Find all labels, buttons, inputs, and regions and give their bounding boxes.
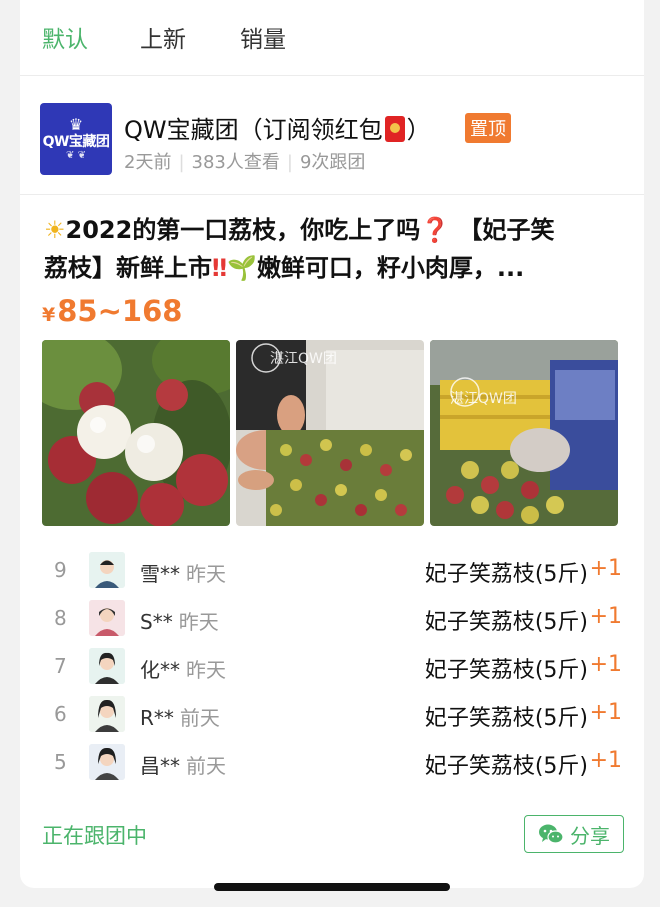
double-exclamation-icon: ‼: [212, 254, 228, 282]
group-meta: 2天前 | 383人查看 | 9次跟团: [124, 148, 365, 174]
order-row: 6 R** 前天 妃子笑荔枝(5斤) +1: [20, 690, 644, 738]
order-item: 妃子笑荔枝(5斤): [424, 754, 588, 779]
group-title: QW宝藏团（订阅领红包 ）: [124, 110, 431, 145]
tab-sales[interactable]: 销量: [240, 20, 286, 54]
laurel-icon: ❦ ❦: [66, 150, 86, 161]
tab-default[interactable]: 默认: [42, 20, 88, 54]
order-item: 妃子笑荔枝(5斤): [424, 562, 588, 587]
desc-line2-tail: 嫩鲜可口，籽小肉厚，...: [256, 254, 525, 282]
buyer-name: 昌** 前天: [140, 750, 226, 779]
desc-line1: 2022的第一口荔枝，你吃上了吗: [65, 216, 421, 244]
group-status: 正在跟团中: [42, 824, 147, 848]
avatar: [89, 552, 125, 588]
meta-divider: |: [178, 152, 185, 173]
tab-new[interactable]: 上新: [140, 20, 186, 54]
avatar: [89, 744, 125, 780]
buyer-name-text: S**: [140, 610, 173, 634]
order-time: 昨天: [178, 610, 219, 634]
avatar: [89, 600, 125, 636]
order-item: 妃子笑荔枝(5斤): [424, 658, 588, 683]
buyer-name-text: 雪**: [140, 562, 180, 586]
share-button[interactable]: 分享: [524, 815, 624, 853]
avatar: [89, 696, 125, 732]
order-quantity: +1: [589, 652, 622, 677]
group-title-close: ）: [406, 116, 431, 144]
price-range: ¥85~168: [42, 294, 182, 328]
order-number: 8: [54, 606, 67, 630]
order-item: 妃子笑荔枝(5斤): [424, 706, 588, 731]
avatar: [89, 648, 125, 684]
home-indicator[interactable]: [214, 883, 450, 891]
order-quantity: +1: [589, 748, 622, 773]
buyer-name: 化** 昨天: [140, 654, 226, 683]
order-time: 昨天: [186, 658, 226, 682]
order-time: 前天: [186, 754, 226, 778]
wechat-icon: [539, 824, 564, 844]
watermark-text: 湛江QW团: [450, 391, 517, 407]
group-header[interactable]: ♛ QW宝藏团 ❦ ❦ QW宝藏团（订阅领红包 ） 置顶 2天前 | 383人查看 | 9…: [20, 77, 644, 195]
order-count: 9次跟团: [299, 152, 366, 173]
watermark-text: 湛江QW团: [270, 351, 337, 367]
order-number: 9: [54, 558, 67, 582]
order-row: 9 雪** 昨天 妃子笑荔枝(5斤) +1: [20, 546, 644, 594]
order-quantity: +1: [589, 556, 622, 581]
post-time: 2天前: [124, 152, 172, 173]
share-label: 分享: [570, 823, 610, 848]
question-mark-icon: ❓: [420, 216, 451, 244]
order-time: 昨天: [186, 562, 226, 586]
buyer-name: R** 前天: [140, 702, 220, 731]
logo-text: QW宝藏团: [42, 134, 110, 150]
lychee-crate-photo[interactable]: 湛江QW团: [430, 340, 618, 526]
meta-divider: |: [286, 152, 293, 173]
sun-icon: ☀: [44, 216, 66, 244]
buyer-name-text: R**: [140, 706, 174, 730]
desc-line2-head: 荔枝】新鲜上市: [44, 254, 212, 282]
crown-icon: ♛: [68, 115, 84, 134]
order-number: 7: [54, 654, 67, 678]
group-title-text: QW宝藏团（订阅领红包: [124, 116, 383, 144]
group-logo: ♛ QW宝藏团 ❦ ❦: [40, 103, 112, 175]
order-quantity: +1: [589, 604, 622, 629]
order-row: 7 化** 昨天 妃子笑荔枝(5斤) +1: [20, 642, 644, 690]
lychee-sorting-photo[interactable]: 湛江QW团: [236, 340, 424, 526]
desc-line1-tail: 【妃子笑: [450, 216, 555, 244]
order-quantity: +1: [589, 700, 622, 725]
currency-symbol: ¥: [42, 304, 56, 326]
pinned-badge: 置顶: [465, 113, 511, 143]
view-count: 383人查看: [191, 152, 280, 173]
group-card: 默认 上新 销量 ♛ QW宝藏团 ❦ ❦ QW宝藏团（订阅领红包 ） 置顶 2天前…: [20, 0, 644, 888]
post-description[interactable]: ☀2022的第一口荔枝，你吃上了吗❓ 【妃子笑 荔枝】新鲜上市‼🌱嫩鲜可口，籽小…: [44, 211, 624, 287]
order-row: 5 昌** 前天 妃子笑荔枝(5斤) +1: [20, 738, 644, 786]
order-time: 前天: [179, 706, 220, 730]
price-value: 85~168: [57, 294, 183, 328]
order-number: 6: [54, 702, 67, 726]
buyer-name-text: 化**: [140, 658, 180, 682]
buyer-name-text: 昌**: [140, 754, 180, 778]
lychee-closeup-photo[interactable]: [42, 340, 230, 526]
order-number: 5: [54, 750, 67, 774]
order-row: 8 S** 昨天 妃子笑荔枝(5斤) +1: [20, 594, 644, 642]
buyer-name: 雪** 昨天: [140, 558, 226, 587]
order-item: 妃子笑荔枝(5斤): [424, 610, 588, 635]
buyer-name: S** 昨天: [140, 606, 219, 635]
seedling-icon: 🌱: [227, 254, 257, 282]
red-envelope-icon: [384, 116, 405, 142]
sort-tabs: 默认 上新 销量: [20, 0, 644, 76]
